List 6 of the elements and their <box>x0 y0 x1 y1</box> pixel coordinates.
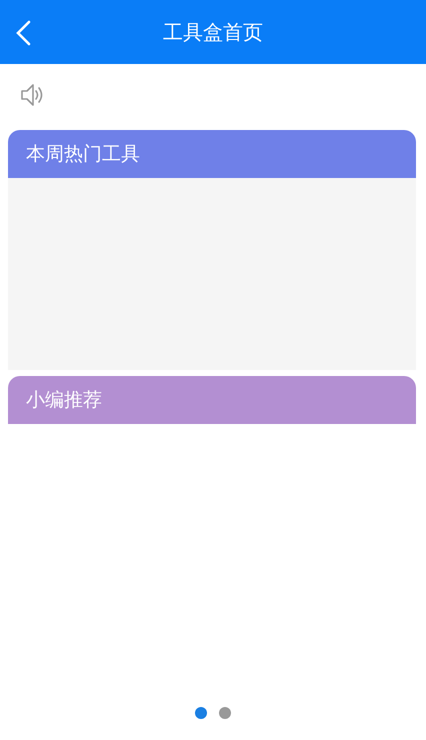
page-dot[interactable] <box>219 707 231 719</box>
page-dot[interactable] <box>195 707 207 719</box>
back-icon[interactable] <box>14 20 32 46</box>
section-header: 小编推荐 <box>8 376 416 424</box>
page-title: 工具盒首页 <box>163 18 263 46</box>
section-header: 本周热门工具 <box>8 130 416 178</box>
